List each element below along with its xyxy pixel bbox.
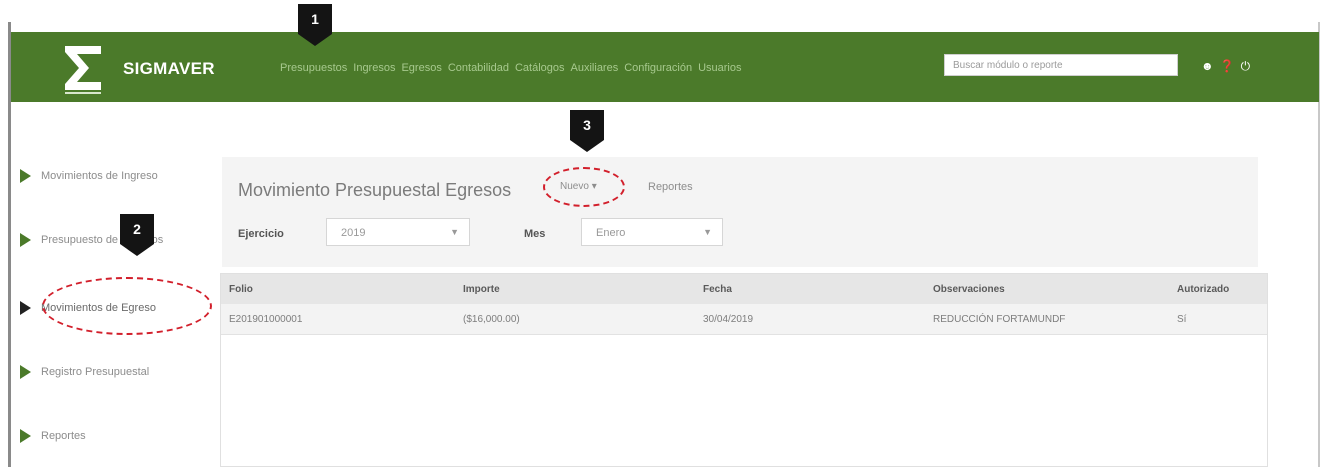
column-header-autorizado[interactable]: Autorizado	[1177, 284, 1229, 295]
header-icons: ☻ ❓ ⏻	[1201, 59, 1250, 74]
column-header-importe[interactable]: Importe	[463, 284, 500, 295]
mes-label: Mes	[524, 228, 546, 240]
nav-configuracion[interactable]: Configuración	[624, 62, 692, 74]
highlight-ellipse-movimientos-egreso	[42, 277, 212, 335]
chevron-down-icon: ▼	[703, 227, 712, 237]
nav-contabilidad[interactable]: Contabilidad	[448, 62, 509, 74]
sidebar-item-label: Registro Presupuestal	[41, 366, 150, 378]
chevron-right-icon	[20, 429, 31, 443]
nav-presupuestos[interactable]: Presupuestos	[280, 62, 347, 74]
column-header-folio[interactable]: Folio	[229, 284, 253, 295]
highlight-ellipse-nuevo	[543, 167, 625, 207]
cell-folio: E201901000001	[229, 314, 303, 325]
movimientos-table: Folio Importe Fecha Observaciones Autori…	[220, 273, 1268, 467]
user-icon[interactable]: ☻	[1201, 59, 1214, 74]
column-header-fecha[interactable]: Fecha	[703, 284, 732, 295]
help-icon[interactable]: ❓	[1220, 59, 1235, 74]
ejercicio-value: 2019	[341, 227, 366, 239]
nav-catalogos[interactable]: Catálogos	[515, 62, 565, 74]
chevron-right-icon	[20, 365, 31, 379]
sidebar-item-label: Movimientos de Ingreso	[41, 170, 158, 182]
brand-name: SIGMAVER	[123, 59, 215, 78]
cell-importe: ($16,000.00)	[463, 314, 520, 325]
cell-observaciones: REDUCCIÓN FORTAMUNDF	[933, 314, 1066, 325]
sigmaver-logo	[65, 46, 101, 94]
column-header-observaciones[interactable]: Observaciones	[933, 284, 1005, 295]
nav-egresos[interactable]: Egresos	[401, 62, 441, 74]
table-row[interactable]: E201901000001 ($16,000.00) 30/04/2019 RE…	[221, 304, 1267, 335]
callout-1: 1	[298, 4, 332, 46]
cell-autorizado: Sí	[1177, 314, 1187, 325]
cell-fecha: 30/04/2019	[703, 314, 754, 325]
reportes-link[interactable]: Reportes	[648, 181, 693, 193]
ejercicio-label: Ejercicio	[238, 228, 284, 240]
search-input[interactable]: Buscar módulo o reporte	[944, 54, 1178, 76]
mes-value: Enero	[596, 227, 626, 239]
sidebar-item-registro-presupuestal[interactable]: Registro Presupuestal	[20, 365, 149, 379]
nav-auxiliares[interactable]: Auxiliares	[571, 62, 619, 74]
nav-usuarios[interactable]: Usuarios	[698, 62, 741, 74]
chevron-right-icon	[20, 233, 31, 247]
page-title: Movimiento Presupuestal Egresos	[238, 180, 512, 200]
callout-3: 3	[570, 110, 604, 152]
nav-ingresos[interactable]: Ingresos	[353, 62, 395, 74]
sidebar-item-movimientos-ingreso[interactable]: Movimientos de Ingreso	[20, 169, 158, 183]
table-header: Folio Importe Fecha Observaciones Autori…	[221, 274, 1267, 304]
mes-select[interactable]: Enero ▼	[581, 218, 723, 246]
sidebar-item-label: Reportes	[41, 430, 86, 442]
power-icon[interactable]: ⏻	[1241, 59, 1251, 74]
main-nav: Presupuestos Ingresos Egresos Contabilid…	[280, 62, 742, 74]
chevron-right-icon	[20, 301, 31, 315]
chevron-right-icon	[20, 169, 31, 183]
ejercicio-select[interactable]: 2019 ▼	[326, 218, 470, 246]
filter-panel	[222, 157, 1258, 267]
callout-2: 2	[120, 214, 154, 256]
sidebar-item-reportes[interactable]: Reportes	[20, 429, 86, 443]
top-navbar: SIGMAVER Presupuestos Ingresos Egresos C…	[11, 32, 1319, 102]
chevron-down-icon: ▼	[450, 227, 459, 237]
